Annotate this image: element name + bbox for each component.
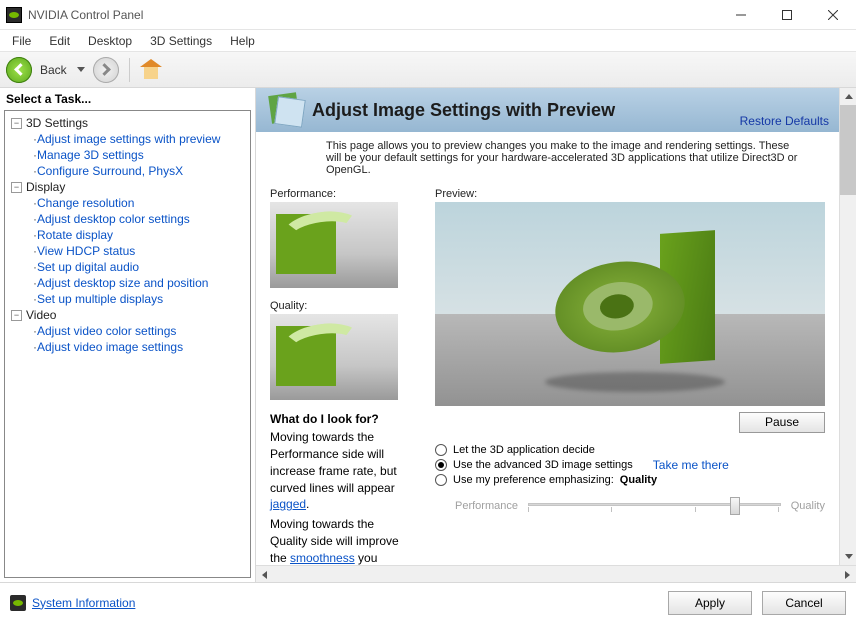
preview-3d-viewport (435, 202, 825, 406)
scroll-left-button[interactable] (256, 566, 273, 582)
preview-label: Preview: (435, 188, 825, 200)
tree-group-video[interactable]: − Video (5, 307, 250, 323)
minimize-button[interactable] (718, 0, 764, 30)
nvidia-icon (10, 595, 26, 611)
back-history-dropdown[interactable] (77, 67, 85, 72)
tree-item-view-hdcp[interactable]: ·View HDCP status (5, 243, 250, 259)
preference-value: Quality (620, 474, 657, 486)
menu-file[interactable]: File (4, 32, 39, 50)
system-information-link[interactable]: System Information (32, 596, 135, 610)
apply-button[interactable]: Apply (668, 591, 752, 615)
task-tree[interactable]: − 3D Settings ·Adjust image settings wit… (4, 110, 251, 578)
performance-label: Performance: (270, 188, 413, 200)
pause-button[interactable]: Pause (739, 412, 825, 433)
tree-item-multiple-displays[interactable]: ·Set up multiple displays (5, 291, 250, 307)
radio-use-advanced-settings[interactable]: Use the advanced 3D image settings Take … (435, 457, 825, 473)
home-icon[interactable] (140, 59, 162, 81)
what-look-for-body-2: Moving towards the Quality side will imp… (270, 516, 413, 565)
tree-item-video-color[interactable]: ·Adjust video color settings (5, 323, 250, 339)
toolbar-separator (129, 58, 130, 82)
titlebar: NVIDIA Control Panel (0, 0, 856, 30)
tree-item-configure-surround[interactable]: ·Configure Surround, PhysX (5, 163, 250, 179)
cancel-button[interactable]: Cancel (762, 591, 846, 615)
collapse-icon[interactable]: − (11, 182, 22, 193)
restore-defaults-link[interactable]: Restore Defaults (740, 114, 829, 128)
slider-left-label: Performance (455, 500, 518, 512)
scroll-down-button[interactable] (840, 548, 856, 565)
menu-edit[interactable]: Edit (41, 32, 78, 50)
scroll-right-button[interactable] (839, 566, 856, 582)
content-area: Adjust Image Settings with Preview Resto… (256, 88, 856, 582)
preference-slider-track[interactable] (528, 497, 781, 515)
tree-group-display[interactable]: − Display (5, 179, 250, 195)
scroll-up-button[interactable] (840, 88, 856, 105)
tree-item-rotate-display[interactable]: ·Rotate display (5, 227, 250, 243)
menu-desktop[interactable]: Desktop (80, 32, 140, 50)
toolbar: Back (0, 52, 856, 88)
footer: System Information Apply Cancel (0, 582, 856, 622)
performance-thumbnail (270, 202, 398, 288)
close-button[interactable] (810, 0, 856, 30)
menubar: File Edit Desktop 3D Settings Help (0, 30, 856, 52)
quality-thumbnail (270, 314, 398, 400)
back-button[interactable] (6, 57, 32, 83)
radio-let-application-decide[interactable]: Let the 3D application decide (435, 443, 825, 457)
tree-item-adjust-image-settings[interactable]: ·Adjust image settings with preview (5, 131, 250, 147)
scrollbar-thumb[interactable] (840, 105, 856, 195)
take-me-there-link[interactable]: Take me there (653, 458, 729, 472)
page-description: This page allows you to preview changes … (256, 132, 839, 182)
radio-use-my-preference[interactable]: Use my preference emphasizing: Quality (435, 473, 825, 487)
back-label: Back (40, 63, 67, 77)
radio-icon-selected[interactable] (435, 459, 447, 471)
slider-thumb[interactable] (730, 497, 740, 515)
preference-slider: Performance Quality (435, 487, 825, 515)
maximize-button[interactable] (764, 0, 810, 30)
collapse-icon[interactable]: − (11, 118, 22, 129)
page-header-icon (266, 90, 306, 130)
what-look-for-body: Moving towards the Performance side will… (270, 429, 413, 513)
tree-item-manage-3d-settings[interactable]: ·Manage 3D settings (5, 147, 250, 163)
radio-icon[interactable] (435, 474, 447, 486)
select-task-label: Select a Task... (0, 88, 255, 110)
tree-item-adjust-desktop-color[interactable]: ·Adjust desktop color settings (5, 211, 250, 227)
vertical-scrollbar[interactable] (839, 88, 856, 565)
tree-item-video-image[interactable]: ·Adjust video image settings (5, 339, 250, 355)
smoothness-link[interactable]: smoothness (290, 551, 355, 565)
slider-right-label: Quality (791, 500, 825, 512)
forward-button[interactable] (93, 57, 119, 83)
tree-item-desktop-size[interactable]: ·Adjust desktop size and position (5, 275, 250, 291)
page-title: Adjust Image Settings with Preview (312, 100, 615, 121)
radio-icon[interactable] (435, 444, 447, 456)
what-look-for-heading: What do I look for? (270, 412, 413, 426)
quality-label: Quality: (270, 300, 413, 312)
horizontal-scrollbar[interactable] (256, 565, 856, 582)
collapse-icon[interactable]: − (11, 310, 22, 321)
window-title: NVIDIA Control Panel (28, 8, 143, 22)
tree-group-3d-settings[interactable]: − 3D Settings (5, 115, 250, 131)
menu-help[interactable]: Help (222, 32, 263, 50)
tree-item-digital-audio[interactable]: ·Set up digital audio (5, 259, 250, 275)
menu-3d-settings[interactable]: 3D Settings (142, 32, 220, 50)
tree-item-change-resolution[interactable]: ·Change resolution (5, 195, 250, 211)
page-header: Adjust Image Settings with Preview Resto… (256, 88, 839, 132)
nvidia-icon (6, 7, 22, 23)
sidebar: Select a Task... − 3D Settings ·Adjust i… (0, 88, 256, 582)
jagged-link[interactable]: jagged (270, 497, 306, 511)
